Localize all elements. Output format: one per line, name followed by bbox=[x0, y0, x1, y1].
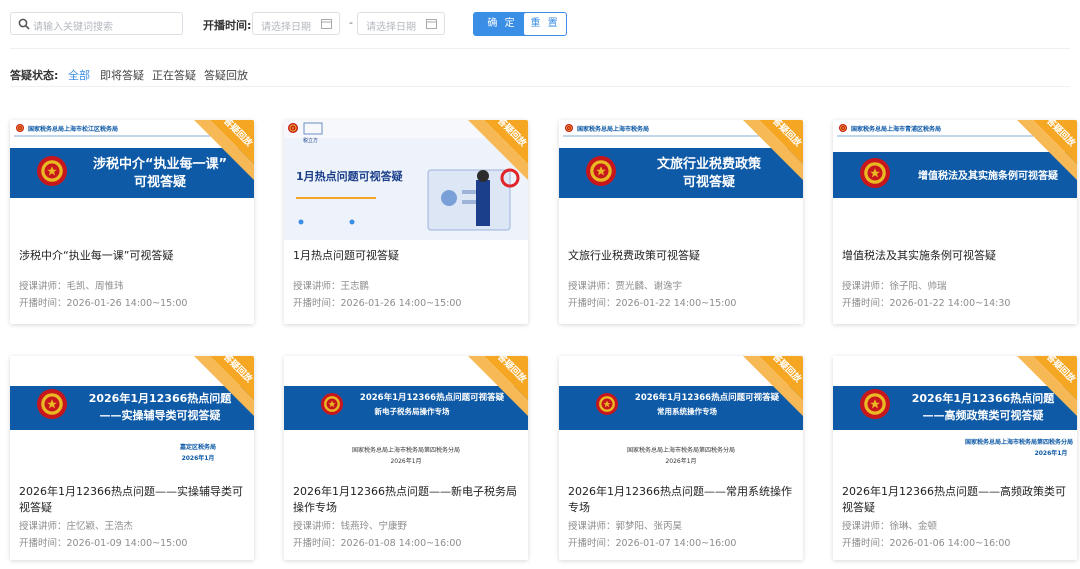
card-time: 开播时间：2026-01-07 14:00~16:00 bbox=[568, 538, 737, 549]
emblem-icon bbox=[37, 389, 67, 419]
search-icon bbox=[18, 18, 30, 30]
toolbar: 请输入关键词搜索 开播时间: 请选择日期 - 请选择日期 确 定 重 置 bbox=[10, 12, 1070, 36]
emblem-icon bbox=[37, 156, 67, 186]
course-card[interactable]: 2026年1月12366热点问题 ——高频政策类可视答疑 国家税务总局上海市税务… bbox=[833, 356, 1077, 560]
svg-text:国家税务总局上海市税务局第四税务分局: 国家税务总局上海市税务局第四税务分局 bbox=[627, 446, 735, 454]
svg-text:2026年1月: 2026年1月 bbox=[1035, 449, 1068, 457]
card-title[interactable]: 2026年1月12366热点问题——高频政策类可视答疑 bbox=[842, 484, 1070, 516]
card-lecturer: 授课讲师：庄忆颖、王浩杰 bbox=[19, 521, 134, 532]
svg-text:可视答疑: 可视答疑 bbox=[683, 174, 735, 190]
svg-text:文旅行业税费政策: 文旅行业税费政策 bbox=[657, 156, 762, 172]
card-lecturer: 授课讲师：徐琳、金顿 bbox=[842, 521, 938, 532]
broadcast-time-label: 开播时间: bbox=[203, 19, 252, 32]
reset-button[interactable]: 重 置 bbox=[523, 12, 567, 36]
svg-text:嘉定区税务局: 嘉定区税务局 bbox=[179, 443, 216, 451]
svg-text:2026年1月: 2026年1月 bbox=[665, 457, 696, 465]
svg-text:常用系统操作专场: 常用系统操作专场 bbox=[657, 406, 717, 416]
card-time: 开播时间：2026-01-22 14:00~14:30 bbox=[842, 298, 1011, 309]
card-thumbnail[interactable]: 国家税务总局上海市松江区税务局 涉税中介“执业每一课” 可视答疑 答疑回放 bbox=[10, 120, 254, 240]
divider bbox=[10, 86, 1070, 87]
status-option-replay[interactable]: 答疑回放 bbox=[204, 67, 248, 83]
card-time: 开播时间：2026-01-09 14:00~15:00 bbox=[19, 538, 188, 549]
card-thumbnail[interactable]: 2026年1月12366热点问题 ——实操辅导类可视答疑 嘉定区税务局 2026… bbox=[10, 356, 254, 476]
card-title[interactable]: 增值税法及其实施条例可视答疑 bbox=[842, 248, 1070, 264]
emblem-icon bbox=[288, 123, 298, 133]
svg-text:涉税中介“执业每一课”: 涉税中介“执业每一课” bbox=[93, 156, 227, 172]
card-time: 开播时间：2026-01-26 14:00~15:00 bbox=[19, 298, 188, 309]
course-card[interactable]: 税立方 1月热点问题可视答疑 答疑回放 1月热点问题可视答疑 授课讲师：王志鹏 … bbox=[284, 120, 528, 324]
card-time: 开播时间：2026-01-06 14:00~16:00 bbox=[842, 538, 1011, 549]
end-date-placeholder: 请选择日期 bbox=[366, 22, 416, 33]
card-title[interactable]: 2026年1月12366热点问题——新电子税务局操作专场 bbox=[293, 484, 521, 516]
svg-text:——高频政策类可视答疑: ——高频政策类可视答疑 bbox=[923, 408, 1044, 422]
emblem-icon bbox=[839, 124, 847, 132]
org-name: 国家税务总局上海市税务局 bbox=[577, 125, 649, 133]
divider bbox=[10, 48, 1070, 49]
status-option-live[interactable]: 正在答疑 bbox=[152, 67, 196, 83]
card-thumbnail[interactable]: 国家税务总局上海市税务局 文旅行业税费政策 可视答疑 答疑回放 bbox=[559, 120, 803, 240]
emblem-icon bbox=[586, 156, 616, 186]
svg-text:2026年1月12366热点问题可视答疑: 2026年1月12366热点问题可视答疑 bbox=[635, 392, 780, 403]
svg-text:可视答疑: 可视答疑 bbox=[134, 174, 186, 190]
card-lecturer: 授课讲师：贾光麟、谢逸宇 bbox=[568, 281, 683, 292]
emblem-icon bbox=[860, 389, 890, 419]
calendar-icon bbox=[321, 19, 332, 29]
start-date-picker[interactable]: 请选择日期 bbox=[252, 12, 340, 35]
svg-text:2026年1月: 2026年1月 bbox=[390, 457, 421, 465]
card-time: 开播时间：2026-01-08 14:00~16:00 bbox=[293, 538, 462, 549]
card-lecturer: 授课讲师：毛凯、周惟玮 bbox=[19, 281, 124, 292]
card-time: 开播时间：2026-01-26 14:00~15:00 bbox=[293, 298, 462, 309]
card-thumbnail[interactable]: 2026年1月12366热点问题 ——高频政策类可视答疑 国家税务总局上海市税务… bbox=[833, 356, 1077, 476]
emblem-icon bbox=[596, 393, 618, 415]
card-thumbnail[interactable]: 2026年1月12366热点问题可视答疑 新电子税务局操作专场 国家税务总局上海… bbox=[284, 356, 528, 476]
course-card[interactable]: 国家税务总局上海市松江区税务局 涉税中介“执业每一课” 可视答疑 答疑回放 涉税… bbox=[10, 120, 254, 324]
end-date-picker[interactable]: 请选择日期 bbox=[357, 12, 445, 35]
card-lecturer: 授课讲师：徐子阳、帅瑞 bbox=[842, 281, 947, 292]
card-time: 开播时间：2026-01-22 14:00~15:00 bbox=[568, 298, 737, 309]
search-input[interactable]: 请输入关键词搜索 bbox=[10, 12, 183, 35]
emblem-icon bbox=[565, 124, 573, 132]
svg-text:1月热点问题可视答疑: 1月热点问题可视答疑 bbox=[296, 169, 403, 183]
org-name: 国家税务总局上海市松江区税务局 bbox=[28, 125, 118, 133]
card-title[interactable]: 2026年1月12366热点问题——常用系统操作专场 bbox=[568, 484, 796, 516]
svg-text:2026年1月12366热点问题可视答疑: 2026年1月12366热点问题可视答疑 bbox=[360, 392, 505, 403]
course-card[interactable]: 2026年1月12366热点问题可视答疑 新电子税务局操作专场 国家税务总局上海… bbox=[284, 356, 528, 560]
status-filter-label: 答疑状态: bbox=[10, 69, 59, 82]
status-option-all[interactable]: 全部 bbox=[68, 67, 90, 83]
calendar-icon bbox=[426, 19, 437, 29]
card-title[interactable]: 1月热点问题可视答疑 bbox=[293, 248, 521, 264]
svg-text:增值税法及其实施条例可视答疑: 增值税法及其实施条例可视答疑 bbox=[918, 169, 1059, 182]
start-date-placeholder: 请选择日期 bbox=[261, 22, 311, 33]
course-card[interactable]: 国家税务总局上海市青浦区税务局 增值税法及其实施条例可视答疑 答疑回放 增值税法… bbox=[833, 120, 1077, 324]
svg-text:2026年1月12366热点问题: 2026年1月12366热点问题 bbox=[912, 391, 1056, 405]
card-lecturer: 授课讲师：钱燕玲、宁康野 bbox=[293, 521, 408, 532]
svg-text:新电子税务局操作专场: 新电子税务局操作专场 bbox=[375, 406, 450, 416]
emblem-icon bbox=[321, 393, 343, 415]
card-thumbnail[interactable]: 2026年1月12366热点问题可视答疑 常用系统操作专场 国家税务总局上海市税… bbox=[559, 356, 803, 476]
svg-text:——实操辅导类可视答疑: ——实操辅导类可视答疑 bbox=[100, 408, 221, 422]
course-card[interactable]: 2026年1月12366热点问题可视答疑 常用系统操作专场 国家税务总局上海市税… bbox=[559, 356, 803, 560]
course-card[interactable]: 2026年1月12366热点问题 ——实操辅导类可视答疑 嘉定区税务局 2026… bbox=[10, 356, 254, 560]
card-title[interactable]: 2026年1月12366热点问题——实操辅导类可视答疑 bbox=[19, 484, 247, 516]
svg-text:2026年1月12366热点问题: 2026年1月12366热点问题 bbox=[89, 391, 233, 405]
course-card[interactable]: 国家税务总局上海市税务局 文旅行业税费政策 可视答疑 答疑回放 文旅行业税费政策… bbox=[559, 120, 803, 324]
card-thumbnail[interactable]: 税立方 1月热点问题可视答疑 答疑回放 bbox=[284, 120, 528, 240]
org-name: 国家税务总局上海市青浦区税务局 bbox=[851, 125, 941, 133]
emblem-icon bbox=[860, 158, 890, 188]
card-lecturer: 授课讲师：郭梦阳、张丙昊 bbox=[568, 521, 683, 532]
status-option-upcoming[interactable]: 即将答疑 bbox=[100, 67, 144, 83]
card-title[interactable]: 涉税中介“执业每一课”可视答疑 bbox=[19, 248, 247, 264]
search-placeholder: 请输入关键词搜索 bbox=[33, 22, 113, 33]
svg-text:2026年1月: 2026年1月 bbox=[182, 454, 215, 462]
emblem-icon bbox=[16, 124, 24, 132]
date-range-separator: - bbox=[349, 16, 353, 29]
svg-text:国家税务总局上海市税务局第四税务分局: 国家税务总局上海市税务局第四税务分局 bbox=[965, 438, 1073, 446]
svg-text:国家税务总局上海市税务局第四税务分局: 国家税务总局上海市税务局第四税务分局 bbox=[352, 446, 460, 454]
org-name: 税立方 bbox=[303, 137, 318, 144]
card-title[interactable]: 文旅行业税费政策可视答疑 bbox=[568, 248, 796, 264]
card-lecturer: 授课讲师：王志鹏 bbox=[293, 281, 370, 292]
card-thumbnail[interactable]: 国家税务总局上海市青浦区税务局 增值税法及其实施条例可视答疑 答疑回放 bbox=[833, 120, 1077, 240]
